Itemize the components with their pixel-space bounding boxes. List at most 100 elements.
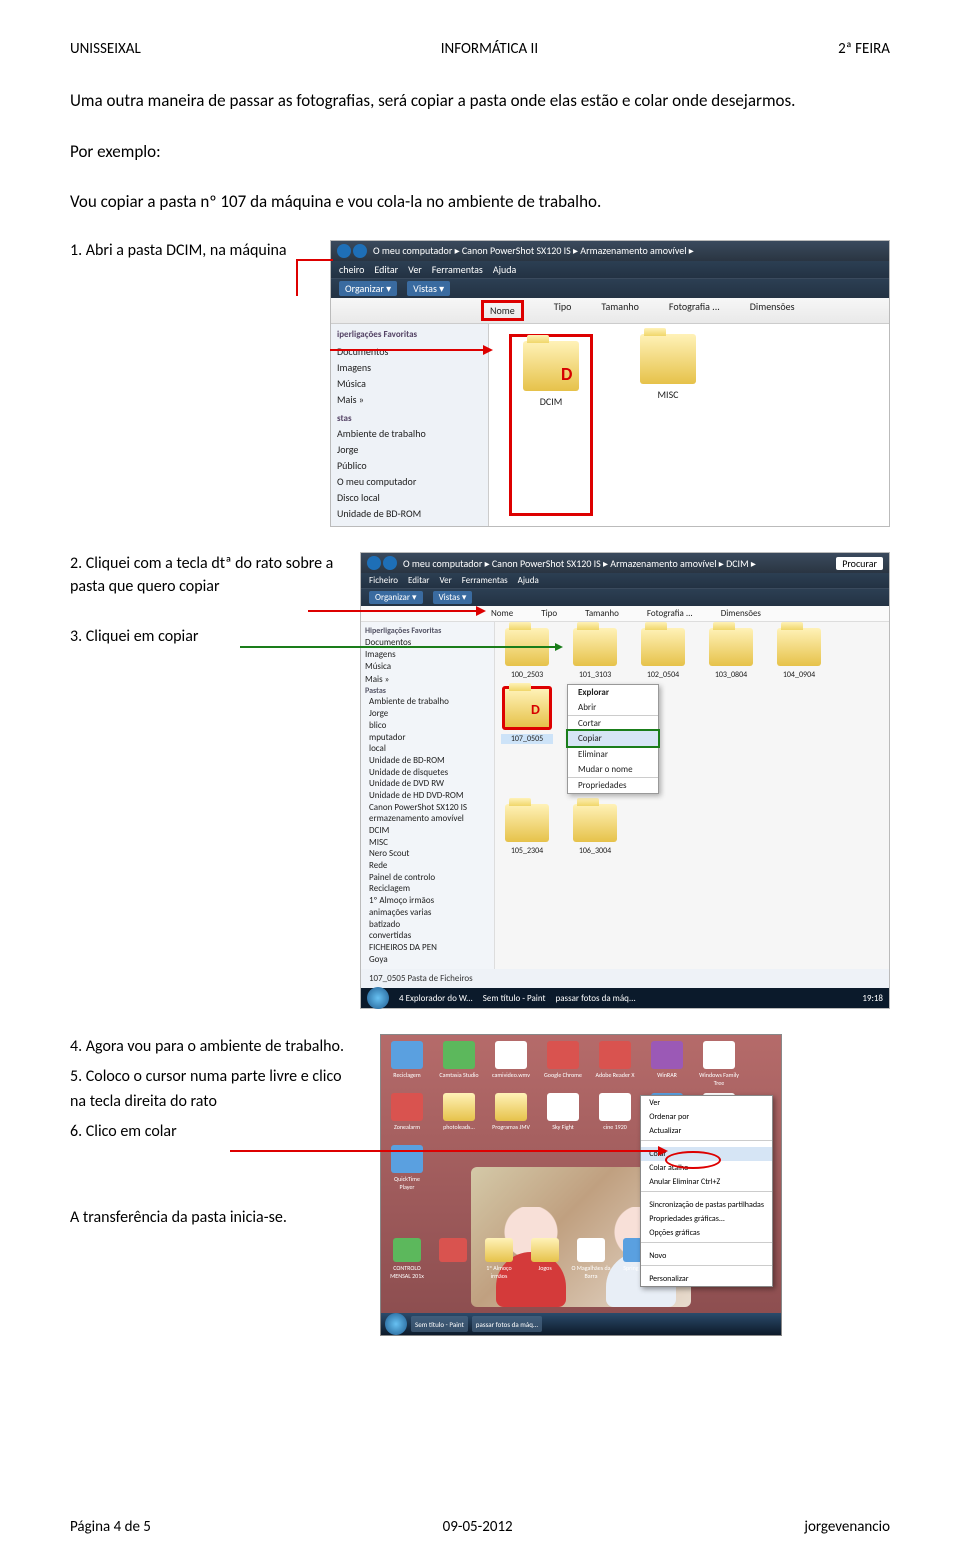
ctx-copiar[interactable]: Copiar	[568, 731, 658, 746]
p-almoco[interactable]: 1º Almoço irmãos	[365, 895, 490, 907]
icon-cine[interactable]: cine 1920	[595, 1093, 635, 1139]
p-goya[interactable]: Goya	[365, 954, 490, 966]
folder-103[interactable]: 103_0804	[705, 628, 757, 787]
tb-doc[interactable]: passar fotos da máq...	[556, 993, 636, 1004]
p-jorge[interactable]: Jorge	[365, 708, 490, 720]
p-desktop[interactable]: Ambiente de trabalho	[365, 696, 490, 708]
place-publico[interactable]: Público	[337, 458, 482, 474]
ctx-ver[interactable]: Ver	[641, 1096, 772, 1110]
icon-controlo[interactable]: CONTROLO MENSAL 201x	[387, 1238, 427, 1280]
place-jorge[interactable]: Jorge	[337, 442, 482, 458]
p-rede[interactable]: Rede	[365, 860, 490, 872]
fav-docs[interactable]: Documentos	[337, 344, 482, 360]
icon-chrome[interactable]: Google Chrome	[543, 1041, 583, 1087]
p-removable[interactable]: ermazenamento amovível	[365, 813, 490, 825]
menu-help[interactable]: Ajuda	[493, 263, 516, 276]
place-computer[interactable]: O meu computador	[337, 474, 482, 490]
menu-tools[interactable]: Ferramentas	[462, 575, 508, 586]
icon-almoco[interactable]: 1º Almoço irmãos	[479, 1238, 519, 1280]
icon-photoleads[interactable]: photoleads...	[439, 1093, 479, 1139]
icon-winrar[interactable]: WinRAR	[647, 1041, 687, 1087]
ctx-ordenar[interactable]: Ordenar por	[641, 1110, 772, 1124]
menu-help[interactable]: Ajuda	[518, 575, 539, 586]
icon-recycle[interactable]: Reciclagem	[387, 1041, 427, 1087]
win1-menubar[interactable]: cheiro Editar Ver Ferramentas Ajuda	[331, 261, 889, 278]
col-tamanho[interactable]: Tamanho	[601, 300, 638, 321]
fav-more[interactable]: Mais »	[365, 674, 490, 686]
col-foto[interactable]: Fotografia ...	[669, 300, 720, 321]
organize-button[interactable]: Organizar ▾	[339, 281, 397, 296]
menu-edit[interactable]: Editar	[408, 575, 429, 586]
col-tipo[interactable]: Tipo	[541, 608, 557, 619]
menu-view[interactable]: Ver	[439, 575, 451, 586]
fav-img[interactable]: Imagens	[337, 360, 482, 376]
desktop-context-menu[interactable]: Ver Ordenar por Actualizar Colar Colar a…	[640, 1095, 773, 1287]
p-recycle[interactable]: Reciclagem	[365, 883, 490, 895]
icon-camivideo[interactable]: camivideo.wmv	[491, 1041, 531, 1087]
tb-explorer[interactable]: 4 Explorador do W...	[399, 993, 473, 1004]
p-floppy[interactable]: Unidade de disquetes	[365, 767, 490, 779]
p-panel[interactable]: Painel de controlo	[365, 872, 490, 884]
ctx-novo[interactable]: Novo	[641, 1249, 772, 1263]
p-misc[interactable]: MISC	[365, 837, 490, 849]
p-anim[interactable]: animações varias	[365, 907, 490, 919]
folder-106[interactable]: 106_3004	[569, 804, 621, 963]
menu-edit[interactable]: Editar	[374, 263, 398, 276]
fav-music[interactable]: Música	[365, 661, 490, 673]
col-foto[interactable]: Fotografia ...	[647, 608, 693, 619]
p-hddvd[interactable]: Unidade de HD DVD-ROM	[365, 790, 490, 802]
ctx-personalizar[interactable]: Personalizar	[641, 1272, 772, 1286]
icon-adobe[interactable]: Adobe Reader X	[595, 1041, 635, 1087]
col-nome[interactable]: Nome	[491, 608, 513, 619]
icon-family[interactable]: Windows Family Tree	[699, 1041, 739, 1087]
col-tamanho[interactable]: Tamanho	[585, 608, 619, 619]
ctx-anular[interactable]: Anular Eliminar Ctrl+Z	[641, 1175, 772, 1189]
p-bdrom[interactable]: Unidade de BD-ROM	[365, 755, 490, 767]
p-computer[interactable]: mputador	[365, 732, 490, 744]
place-disk[interactable]: Disco local	[337, 490, 482, 506]
icon-zonealarm[interactable]: Zonealarm	[387, 1093, 427, 1139]
p-dcim[interactable]: DCIM	[365, 825, 490, 837]
col-nome[interactable]: Nome	[481, 300, 524, 321]
place-desktop[interactable]: Ambiente de trabalho	[337, 426, 482, 442]
menu-tools[interactable]: Ferramentas	[432, 263, 483, 276]
start-button[interactable]	[385, 1313, 407, 1335]
p-dvdrw[interactable]: Unidade de DVD RW	[365, 778, 490, 790]
folder-dcim[interactable]: D DCIM	[509, 334, 593, 517]
tb-paint[interactable]: Sem título - Paint	[411, 1316, 468, 1332]
p-pen[interactable]: FICHEIROS DA PEN	[365, 942, 490, 954]
fav-img[interactable]: Imagens	[365, 649, 490, 661]
ctx-eliminar[interactable]: Eliminar	[568, 746, 658, 762]
p-nero[interactable]: Nero Scout	[365, 848, 490, 860]
icon-programasjmv[interactable]: Programas JMV	[491, 1093, 531, 1139]
ctx-props[interactable]: Propriedades	[568, 777, 658, 793]
place-bdrom[interactable]: Unidade de BD-ROM	[337, 506, 482, 522]
views-button[interactable]: Vistas ▾	[407, 281, 450, 296]
nav-buttons[interactable]	[367, 556, 397, 570]
search-box[interactable]: Procurar	[836, 557, 883, 570]
folder-104[interactable]: 104_0904	[773, 628, 825, 787]
start-button[interactable]	[367, 987, 389, 1009]
ctx-gprops[interactable]: Propriedades gráficas...	[641, 1212, 772, 1226]
col-dim[interactable]: Dimensões	[750, 300, 795, 321]
context-menu[interactable]: Explorar Abrir Cortar Copiar Eliminar Mu…	[567, 684, 659, 794]
fav-music[interactable]: Música	[337, 376, 482, 392]
col-dim[interactable]: Dimensões	[721, 608, 761, 619]
folder-misc[interactable]: MISC	[633, 334, 703, 517]
views-button[interactable]: Vistas ▾	[433, 591, 473, 604]
p-publico[interactable]: blico	[365, 720, 490, 732]
menu-file[interactable]: Ficheiro	[369, 575, 398, 586]
menu-file[interactable]: cheiro	[339, 263, 364, 276]
p-conv[interactable]: convertidas	[365, 930, 490, 942]
icon-camtasia[interactable]: Camtasia Studio	[439, 1041, 479, 1087]
ctx-explorar[interactable]: Explorar	[568, 685, 658, 700]
win2-menubar[interactable]: Ficheiro Editar Ver Ferramentas Ajuda	[361, 573, 889, 588]
ctx-actualizar[interactable]: Actualizar	[641, 1124, 772, 1138]
tb-paint[interactable]: Sem título - Paint	[483, 993, 546, 1004]
ctx-cortar[interactable]: Cortar	[568, 715, 658, 731]
ctx-abrir[interactable]: Abrir	[568, 700, 658, 715]
p-batizado[interactable]: batizado	[365, 919, 490, 931]
icon-ball3a[interactable]	[433, 1238, 473, 1280]
organize-button[interactable]: Organizar ▾	[369, 591, 423, 604]
p-canon[interactable]: Canon PowerShot SX120 IS	[365, 802, 490, 814]
